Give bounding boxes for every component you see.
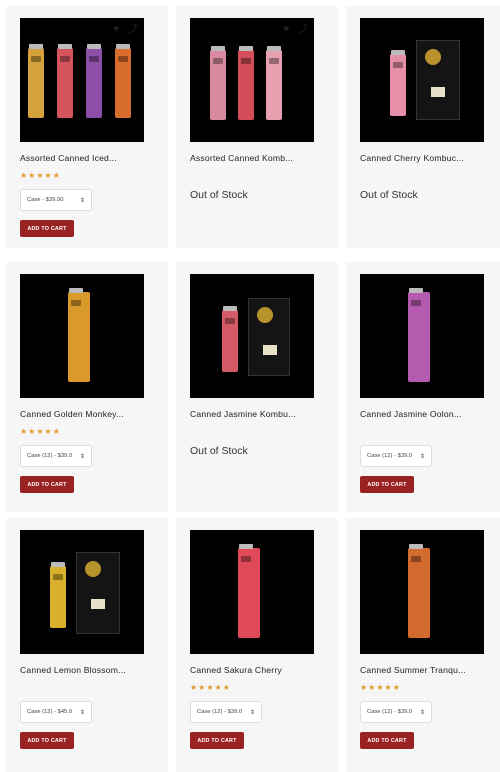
chevron-updown-icon: ⇕ xyxy=(79,197,85,204)
product-title[interactable]: Canned Cherry Kombuc... xyxy=(358,153,496,163)
product-title[interactable]: Assorted Canned Komb... xyxy=(188,153,326,163)
add-to-cart-button[interactable]: ADD TO CART xyxy=(20,732,74,749)
add-to-cart-button[interactable]: ADD TO CART xyxy=(190,732,244,749)
product-title[interactable]: Canned Jasmine Oolon... xyxy=(358,409,496,419)
product-image[interactable] xyxy=(190,274,314,398)
rating-stars: ★★★★★ xyxy=(360,683,401,692)
product-title[interactable]: Assorted Canned Iced... xyxy=(18,153,156,163)
product-title[interactable]: Canned Sakura Cherry xyxy=(188,665,326,675)
product-card: Canned Jasmine Oolon... Case (12) - $39.… xyxy=(346,262,500,512)
product-card: Canned Lemon Blossom... Case (12) - $45.… xyxy=(6,518,168,772)
product-card: Canned Jasmine Kombu... Out of Stock xyxy=(176,262,338,512)
product-card: Canned Cherry Kombuc... Out of Stock xyxy=(346,6,500,248)
product-title[interactable]: Canned Golden Monkey... xyxy=(18,409,156,419)
product-image[interactable] xyxy=(20,530,144,654)
rating-stars xyxy=(358,427,496,437)
product-card: Canned Golden Monkey... ★★★★★ Case (12) … xyxy=(6,262,168,512)
chevron-updown-icon: ⇕ xyxy=(419,709,425,716)
add-to-cart-button[interactable]: ADD TO CART xyxy=(360,476,414,493)
add-to-cart-button[interactable]: ADD TO CART xyxy=(360,732,414,749)
variant-select[interactable]: Case (12) - $39.0 ⇕ xyxy=(190,701,262,723)
out-of-stock-label: Out of Stock xyxy=(190,445,248,457)
variant-select[interactable]: Case (12) - $39.0 ⇕ xyxy=(20,445,92,467)
chevron-updown-icon: ⇕ xyxy=(419,453,425,460)
add-to-cart-button[interactable]: ADD TO CART xyxy=(20,476,74,493)
product-title[interactable]: Canned Jasmine Kombu... xyxy=(188,409,326,419)
rating-stars: ★★★★★ xyxy=(20,171,61,180)
product-image[interactable]: ♥ ⤴ xyxy=(190,18,314,142)
chevron-updown-icon: ⇕ xyxy=(249,709,255,716)
wishlist-share-icons[interactable]: ♥ ⤴ xyxy=(113,20,141,35)
product-card: Canned Summer Tranqu... ★★★★★ Case (12) … xyxy=(346,518,500,772)
variant-select[interactable]: Case (12) - $39.0 ⇕ xyxy=(360,445,432,467)
add-to-cart-button[interactable]: ADD TO CART xyxy=(20,220,74,237)
wishlist-share-icons[interactable]: ♥ ⤴ xyxy=(283,20,311,35)
product-image[interactable] xyxy=(360,530,484,654)
out-of-stock-label: Out of Stock xyxy=(360,189,418,201)
variant-select[interactable]: Case (12) - $45.0 ⇕ xyxy=(20,701,92,723)
chevron-updown-icon: ⇕ xyxy=(79,453,85,460)
product-card: ♥ ⤴ Assorted Canned Iced... ★★★★★ Case -… xyxy=(6,6,168,248)
product-title[interactable]: Canned Lemon Blossom... xyxy=(18,665,156,675)
product-image[interactable]: ♥ ⤴ xyxy=(20,18,144,142)
product-image[interactable] xyxy=(20,274,144,398)
product-card: Canned Sakura Cherry ★★★★★ Case (12) - $… xyxy=(176,518,338,772)
variant-select[interactable]: Case (12) - $39.0 ⇕ xyxy=(360,701,432,723)
chevron-updown-icon: ⇕ xyxy=(79,709,85,716)
variant-select[interactable]: Case - $39.00 ⇕ xyxy=(20,189,92,211)
product-card: ♥ ⤴ Assorted Canned Komb... Out of Stock xyxy=(176,6,338,248)
product-image[interactable] xyxy=(360,274,484,398)
rating-stars: ★★★★★ xyxy=(190,683,231,692)
product-image[interactable] xyxy=(360,18,484,142)
product-title[interactable]: Canned Summer Tranqu... xyxy=(358,665,496,675)
out-of-stock-label: Out of Stock xyxy=(190,189,248,201)
product-image[interactable] xyxy=(190,530,314,654)
rating-stars: ★★★★★ xyxy=(20,427,61,436)
rating-stars xyxy=(18,683,156,693)
